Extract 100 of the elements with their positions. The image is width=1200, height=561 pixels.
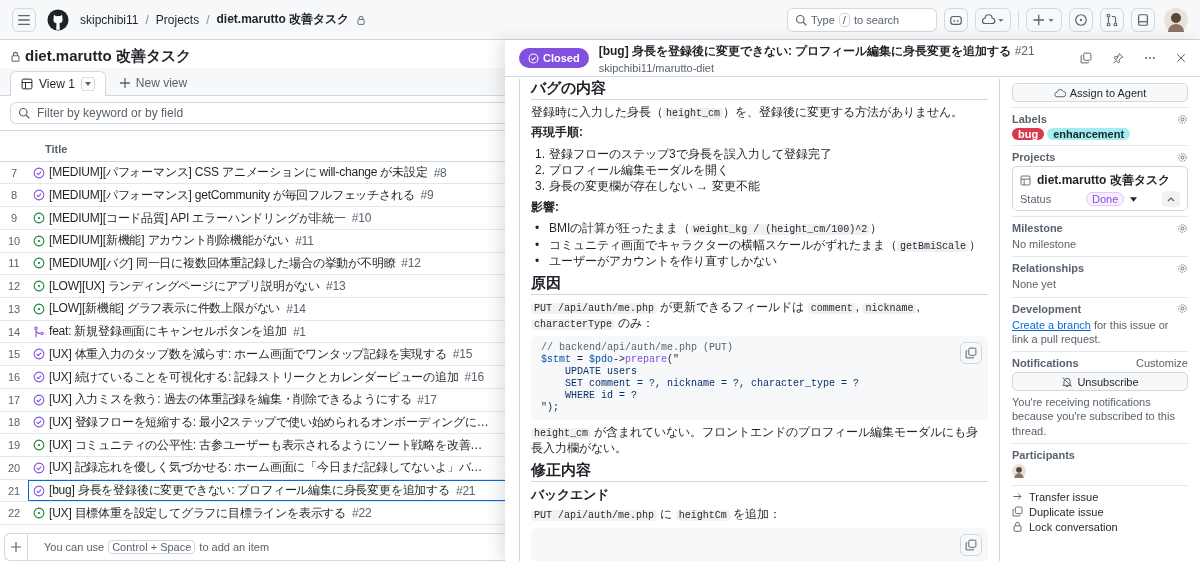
inbox-button[interactable] bbox=[1131, 7, 1155, 32]
settings-icon[interactable] bbox=[1177, 303, 1188, 315]
issue-number: #11 bbox=[295, 233, 314, 248]
section-title: Development bbox=[1012, 302, 1082, 315]
title-cell[interactable]: [UX] 体重入力のタップ数を減らす: ホーム画面でワンタップ記録を実現する #15 bbox=[28, 343, 505, 366]
chevron-up-icon bbox=[1167, 196, 1175, 202]
settings-icon[interactable] bbox=[1177, 262, 1188, 274]
view-options-button[interactable] bbox=[80, 77, 95, 91]
title-cell[interactable]: [UX] 続けていることを可視化する: 記録ストリークとカレンダービューの追加 #16 bbox=[28, 366, 505, 388]
closed-issue-icon bbox=[33, 461, 45, 474]
row-number: 18 bbox=[6, 415, 22, 431]
repository-link[interactable]: skipchibi11/marutto-diet bbox=[598, 61, 1035, 74]
closed-issue-icon bbox=[33, 189, 45, 202]
issue-title: [UX] コミュニティの公平性: 古参ユーザーも表示されるようにソート戦略を改善… bbox=[49, 436, 483, 454]
notification-note: You're receiving notifications because you're subscribed to this thread. bbox=[1012, 395, 1176, 439]
collapse-button[interactable] bbox=[1162, 191, 1180, 207]
pull-requests-button[interactable] bbox=[1100, 7, 1124, 32]
copy-button[interactable] bbox=[960, 342, 982, 365]
filter-field[interactable]: Filter by keyword or by field bbox=[10, 102, 505, 124]
assign-to-agent-button[interactable]: Assign to Agent bbox=[1012, 83, 1188, 102]
title-cell[interactable]: [MEDIUM][新機能] アカウント削除機能がない #11 bbox=[28, 229, 505, 252]
issue-title: [bug] 身長を登録後に変更できない: プロフィール編集に身長変更を追加する bbox=[598, 43, 1012, 58]
caret-icon bbox=[84, 82, 91, 86]
row-number: 21 bbox=[6, 483, 22, 499]
title-cell[interactable]: [MEDIUM][バグ] 同一日に複数回体重記録した場合の挙動が不明瞭 #12 bbox=[28, 252, 505, 275]
label-tag[interactable]: enhancement bbox=[1047, 128, 1131, 140]
title-cell[interactable]: [UX] コミュニティの公平性: 古参ユーザーも表示されるようにソート戦略を改善… bbox=[28, 434, 505, 457]
row-number: 20 bbox=[6, 460, 22, 476]
column-header: Title bbox=[45, 142, 68, 155]
title-cell[interactable]: [LOW][新機能] グラフ表示に件数上限がない #14 bbox=[28, 298, 505, 320]
menu-button[interactable] bbox=[12, 7, 36, 32]
breadcrumb-separator: / bbox=[206, 12, 210, 27]
title-cell[interactable]: [LOW][UX] ランディングページにアプリ説明がない #13 bbox=[28, 275, 505, 297]
label-tag[interactable]: bug bbox=[1012, 128, 1045, 140]
title-cell[interactable]: [bug] 身長を登録後に変更できない: プロフィール編集に身長変更を追加する #21 bbox=[28, 479, 505, 502]
section-title: Notifications bbox=[1012, 357, 1079, 370]
copy-button[interactable] bbox=[960, 534, 982, 556]
title-cell[interactable]: [MEDIUM][コード品質] API エラーハンドリングが非統一 #10 bbox=[28, 207, 505, 229]
participant-avatar-icon[interactable] bbox=[1012, 464, 1026, 479]
avatar-icon[interactable] bbox=[1164, 7, 1188, 32]
open-issue-icon bbox=[33, 302, 45, 315]
section-title: Participants bbox=[1012, 449, 1075, 462]
issue-number: #1 bbox=[292, 324, 306, 339]
title-cell[interactable]: [UX] 目標体重を設定してグラフに目標ラインを表示する #22 bbox=[28, 502, 505, 525]
title-cell[interactable]: [UX] 記録忘れを優しく気づかせる: ホーム画面に「今日まだ記録してないよ」バ… bbox=[28, 457, 505, 479]
issue-number: #13 bbox=[326, 279, 346, 294]
settings-icon[interactable] bbox=[1177, 222, 1188, 234]
pin-icon[interactable] bbox=[1112, 52, 1124, 64]
title-cell[interactable]: [UX] 登録フローを短縮する: 最小2ステップで使い始められるオンボーディングに… bbox=[28, 411, 505, 434]
issue-title: feat: 新規登録画面にキャンセルボタンを追加 bbox=[49, 323, 287, 341]
row-number: 10 bbox=[6, 233, 22, 249]
issue-title: [MEDIUM][パフォーマンス] getCommunity が毎回フルフェッチされる bbox=[49, 186, 415, 204]
customize-link[interactable]: Customize bbox=[1136, 357, 1188, 370]
create-branch-link[interactable]: Create a branch bbox=[1012, 318, 1091, 331]
issue-title: [UX] 登録フローを短縮する: 最小2ステップで使い始められるオンボーディングに… bbox=[49, 413, 489, 431]
view-tab[interactable]: New view bbox=[109, 71, 198, 95]
section-title: Milestone bbox=[1012, 222, 1063, 234]
issues-button[interactable] bbox=[1069, 7, 1093, 32]
title-cell[interactable]: feat: 新規登録画面にキャンセルボタンを追加 #1 bbox=[28, 320, 505, 343]
sidebar-action[interactable]: Transfer issue bbox=[1012, 489, 1188, 505]
octocat-logo-icon[interactable] bbox=[47, 8, 69, 31]
plus-icon bbox=[11, 542, 21, 553]
copy-icon bbox=[1012, 506, 1023, 518]
settings-icon[interactable] bbox=[1177, 151, 1188, 163]
issue-number: #15 bbox=[452, 347, 473, 362]
agent-dropdown-button[interactable] bbox=[975, 7, 1011, 32]
title-cell[interactable]: [MEDIUM][パフォーマンス] CSS アニメーションに will-change が未設定 #8 bbox=[28, 161, 505, 184]
title-cell[interactable]: [UX] 入力ミスを救う: 過去の体重記録を編集・削除できるようにする #17 bbox=[28, 388, 505, 411]
status-dropdown[interactable]: Done bbox=[1086, 192, 1125, 206]
issue-number: #21 bbox=[1014, 43, 1035, 58]
view-tab[interactable]: View 1 bbox=[10, 71, 106, 96]
breadcrumb-link[interactable]: diet.marutto 改善タスク bbox=[216, 11, 350, 28]
bold-label: 影響: bbox=[531, 199, 560, 216]
issue-number: #16 bbox=[464, 370, 484, 385]
merged-pull-request-icon bbox=[33, 325, 45, 338]
create-new-button[interactable] bbox=[1026, 7, 1062, 32]
list-item: プロフィール編集モーダルを開く bbox=[549, 162, 729, 179]
breadcrumb-link[interactable]: skipchibi11 bbox=[80, 12, 139, 27]
close-icon[interactable] bbox=[1176, 53, 1186, 63]
issue-title: [UX] 体重入力のタップ数を減らす: ホーム画面でワンタップ記録を実現する bbox=[49, 345, 447, 363]
project-name[interactable]: diet.marutto 改善タスク bbox=[1037, 172, 1170, 189]
unsubscribe-button[interactable]: Unsubscribe bbox=[1012, 372, 1188, 392]
list-item: 登録フローのステップ3で身長を誤入力して登録完了 bbox=[549, 145, 832, 163]
copilot-button[interactable] bbox=[944, 7, 968, 32]
breadcrumb-link[interactable]: Projects bbox=[155, 12, 200, 27]
list-item: コミュニティ画面でキャラクターの横幅スケールがずれたまま（ getBmiScale ） bbox=[549, 236, 981, 254]
sidebar-action[interactable]: Duplicate issue bbox=[1012, 504, 1188, 520]
sidebar-action[interactable]: Lock conversation bbox=[1012, 519, 1188, 535]
row-number: 14 bbox=[6, 324, 22, 340]
copy-icon[interactable] bbox=[1080, 52, 1092, 64]
search-field[interactable]: Type / to search bbox=[787, 7, 937, 32]
issue-number: #22 bbox=[352, 506, 372, 521]
settings-icon[interactable] bbox=[1177, 113, 1188, 125]
title-cell[interactable]: [MEDIUM][パフォーマンス] getCommunity が毎回フルフェッチされる #9 bbox=[28, 184, 505, 207]
open-issue-icon bbox=[33, 439, 45, 452]
bullet: • bbox=[535, 253, 541, 270]
caret-icon[interactable] bbox=[1130, 196, 1138, 202]
row-number: 11 bbox=[7, 256, 21, 272]
issue-number: #9 bbox=[420, 188, 434, 203]
relationships-value: None yet bbox=[1012, 277, 1058, 292]
